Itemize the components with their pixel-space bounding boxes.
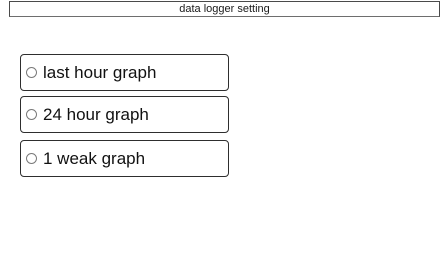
radio-button[interactable]	[26, 153, 37, 164]
radio-button[interactable]	[26, 67, 37, 78]
window-title-bar: data logger setting	[9, 1, 440, 17]
option-label: 1 weak graph	[43, 148, 146, 168]
option-label: 24 hour graph	[43, 104, 149, 124]
radio-button[interactable]	[26, 109, 37, 120]
option-label: last hour graph	[43, 62, 157, 82]
option-last-hour-graph[interactable]: last hour graph	[20, 54, 229, 91]
window-title: data logger setting	[179, 3, 270, 15]
option-24-hour-graph[interactable]: 24 hour graph	[20, 96, 229, 133]
option-1-weak-graph[interactable]: 1 weak graph	[20, 140, 229, 177]
